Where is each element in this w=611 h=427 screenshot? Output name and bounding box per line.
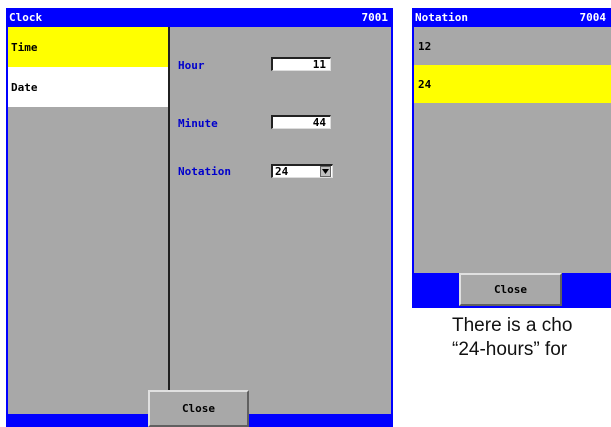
- caption-text: There is a cho “24-hours” for: [452, 314, 611, 362]
- clock-close-button[interactable]: Close: [148, 390, 249, 427]
- nav-item-label: Date: [11, 80, 38, 94]
- caption-line-1: There is a cho: [452, 315, 573, 336]
- notation-code: 7004: [579, 10, 607, 24]
- nav-item-label: Time: [11, 40, 38, 54]
- nav-item-time[interactable]: Time: [8, 27, 168, 67]
- clock-titlebar: Clock 7001: [6, 8, 393, 26]
- clock-nav-panel: Time Date: [8, 27, 170, 414]
- nav-item-date[interactable]: Date: [8, 67, 168, 107]
- time-settings-panel: Hour 11 Minute 44 Notation 24: [170, 27, 391, 414]
- notation-select[interactable]: 24: [271, 164, 333, 178]
- close-label: Close: [493, 283, 528, 296]
- notation-titlebar: Notation 7004: [412, 8, 611, 26]
- clock-code: 7001: [361, 10, 389, 24]
- option-label: 24: [418, 77, 432, 91]
- notation-window: Notation 7004 12 24 Close: [412, 8, 611, 308]
- notation-select-value: 24: [275, 165, 289, 178]
- hour-value: 11: [312, 58, 326, 71]
- minute-label: Minute: [178, 117, 218, 130]
- clock-body: Time Date Hour 11 Minute 44 Notation 24: [8, 27, 391, 414]
- notation-close-button[interactable]: Close: [459, 273, 562, 306]
- clock-window: Clock 7001 Time Date Hour 11 Minute 44 N…: [6, 8, 393, 414]
- minute-value: 44: [312, 116, 326, 129]
- chevron-down-icon[interactable]: [320, 166, 331, 177]
- notation-label: Notation: [178, 165, 231, 178]
- hour-field[interactable]: 11: [271, 57, 331, 71]
- hour-label: Hour: [178, 59, 205, 72]
- minute-field[interactable]: 44: [271, 115, 331, 129]
- caption-line-2: “24-hours” for: [452, 339, 568, 360]
- option-label: 12: [418, 39, 432, 53]
- clock-title: Clock: [9, 10, 43, 24]
- notation-option-12[interactable]: 12: [414, 27, 611, 65]
- notation-title: Notation: [415, 10, 468, 24]
- close-label: Close: [181, 402, 216, 415]
- notation-option-24[interactable]: 24: [414, 65, 611, 103]
- notation-options-list: 12 24: [414, 27, 611, 273]
